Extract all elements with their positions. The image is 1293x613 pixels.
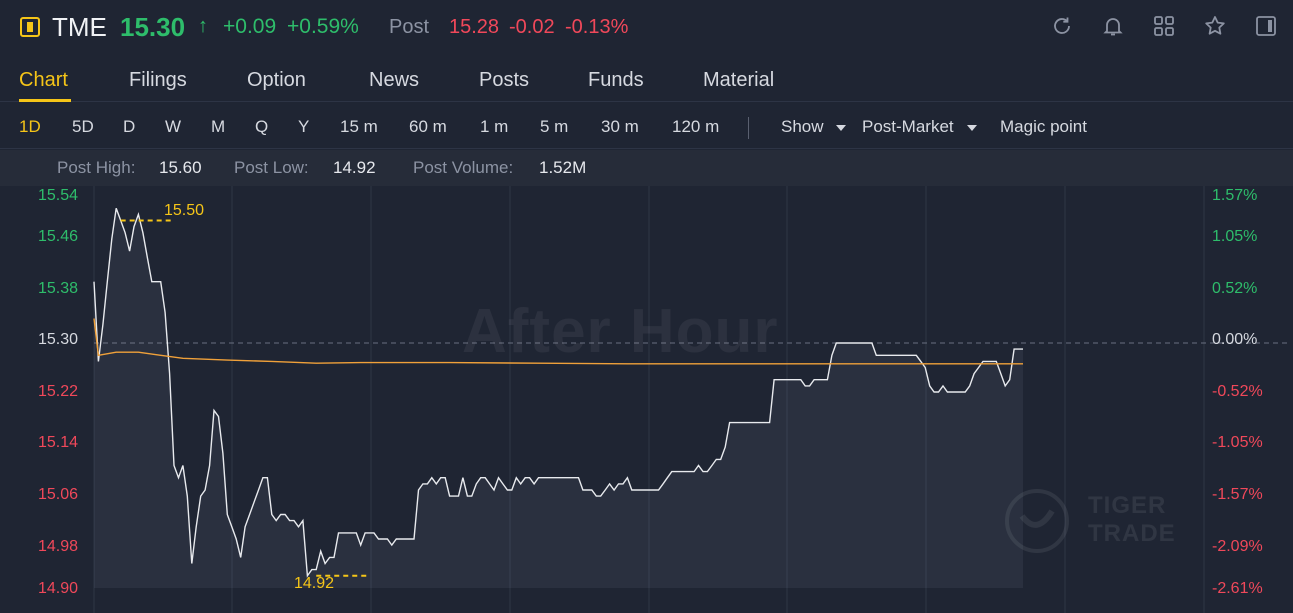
period-60m[interactable]: 60 m xyxy=(409,117,447,137)
y-tick-left: 15.14 xyxy=(38,434,79,451)
show-dropdown[interactable]: Show xyxy=(781,117,824,137)
tab-news[interactable]: News xyxy=(369,69,419,92)
price-change: +0.09 xyxy=(223,15,277,38)
post-market-label: Post xyxy=(389,16,430,38)
last-price: 15.30 xyxy=(120,12,186,42)
tab-filings[interactable]: Filings xyxy=(129,69,187,92)
divider xyxy=(748,117,749,139)
panel-icon[interactable] xyxy=(1254,14,1278,38)
period-5m[interactable]: 5 m xyxy=(540,117,568,137)
period-120m[interactable]: 120 m xyxy=(672,117,719,137)
period-month[interactable]: M xyxy=(211,117,225,137)
y-tick-right: -2.09% xyxy=(1212,538,1263,555)
post-market-price: 15.28 xyxy=(449,16,500,38)
refresh-icon[interactable] xyxy=(1050,14,1074,38)
y-tick-right: 0.52% xyxy=(1212,280,1258,297)
y-tick-right: -1.05% xyxy=(1212,434,1263,451)
y-tick-left: 15.30 xyxy=(38,331,79,348)
chevron-down-icon[interactable] xyxy=(836,125,846,131)
chart-series xyxy=(93,207,1023,588)
y-tick-left: 15.38 xyxy=(38,280,79,297)
chart-canvas[interactable] xyxy=(0,186,1293,613)
post-volume-label: Post Volume: xyxy=(413,158,514,177)
period-15m[interactable]: 15 m xyxy=(340,117,378,137)
period-week[interactable]: W xyxy=(165,117,181,137)
post-market-dropdown[interactable]: Post-Market xyxy=(862,117,954,137)
brand-icon xyxy=(20,17,40,37)
post-stats-bar: Post High: 15.60 Post Low: 14.92 Post Vo… xyxy=(0,150,1293,186)
quote-header: TME 15.30 ↑ +0.09 +0.59% Post 15.28 -0.0… xyxy=(0,0,1293,56)
period-day[interactable]: D xyxy=(123,117,135,137)
post-volume-value: 1.52M xyxy=(539,158,587,177)
magic-point-toggle[interactable]: Magic point xyxy=(1000,117,1087,137)
y-tick-right: -0.52% xyxy=(1212,383,1263,400)
star-icon[interactable] xyxy=(1203,14,1227,38)
post-market-change: -0.02 xyxy=(509,16,555,38)
tab-material[interactable]: Material xyxy=(703,69,774,92)
y-tick-left: 15.22 xyxy=(38,383,79,400)
period-bar: 1D 5D D W M Q Y 15 m 60 m 1 m 5 m 30 m 1… xyxy=(0,103,1293,149)
period-year[interactable]: Y xyxy=(298,117,309,137)
post-low-label: Post Low: xyxy=(234,158,309,177)
price-change-percent: +0.59% xyxy=(287,15,359,38)
y-tick-left: 15.54 xyxy=(38,187,79,204)
tab-bar: Chart Filings Option News Posts Funds Ma… xyxy=(0,56,1293,102)
tab-posts[interactable]: Posts xyxy=(479,69,529,92)
post-market-change-percent: -0.13% xyxy=(565,16,629,38)
after-hour-watermark: After Hour xyxy=(462,297,779,366)
post-low-value: 14.92 xyxy=(333,158,376,177)
price-chart[interactable]: After Hour TIGER TRADE 15.54 15.46 15.38… xyxy=(0,186,1293,613)
post-high-label: Post High: xyxy=(57,158,136,177)
logo-text-tiger: TIGER xyxy=(1088,492,1167,519)
tab-chart[interactable]: Chart xyxy=(19,69,68,92)
y-tick-right: 1.05% xyxy=(1212,228,1258,245)
y-tick-right: -1.57% xyxy=(1212,486,1263,503)
tab-funds[interactable]: Funds xyxy=(588,69,644,92)
high-annotation-label: 15.50 xyxy=(164,202,205,219)
y-tick-left: 15.06 xyxy=(38,486,79,503)
period-1m[interactable]: 1 m xyxy=(480,117,508,137)
y-tick-right: 1.57% xyxy=(1212,187,1258,204)
up-arrow-icon: ↑ xyxy=(198,15,208,37)
ticker-symbol: TME xyxy=(52,12,107,42)
post-high-value: 15.60 xyxy=(159,158,202,177)
y-tick-left: 15.46 xyxy=(38,228,79,245)
period-1d[interactable]: 1D xyxy=(19,117,41,137)
logo-text-trade: TRADE xyxy=(1088,520,1176,547)
period-quarter[interactable]: Q xyxy=(255,117,268,137)
y-tick-right: 0.00% xyxy=(1212,331,1258,348)
y-tick-right: -2.61% xyxy=(1212,580,1263,597)
active-tab-indicator xyxy=(19,99,71,102)
low-annotation-label: 14.92 xyxy=(294,575,335,592)
period-5d[interactable]: 5D xyxy=(72,117,94,137)
y-tick-left: 14.90 xyxy=(38,580,79,597)
bell-icon[interactable] xyxy=(1101,14,1125,38)
tab-option[interactable]: Option xyxy=(247,69,306,92)
grid-icon[interactable] xyxy=(1152,14,1176,38)
period-30m[interactable]: 30 m xyxy=(601,117,639,137)
chevron-down-icon[interactable] xyxy=(967,125,977,131)
y-tick-left: 14.98 xyxy=(38,538,79,555)
logo-stripe-icon xyxy=(1019,509,1055,528)
